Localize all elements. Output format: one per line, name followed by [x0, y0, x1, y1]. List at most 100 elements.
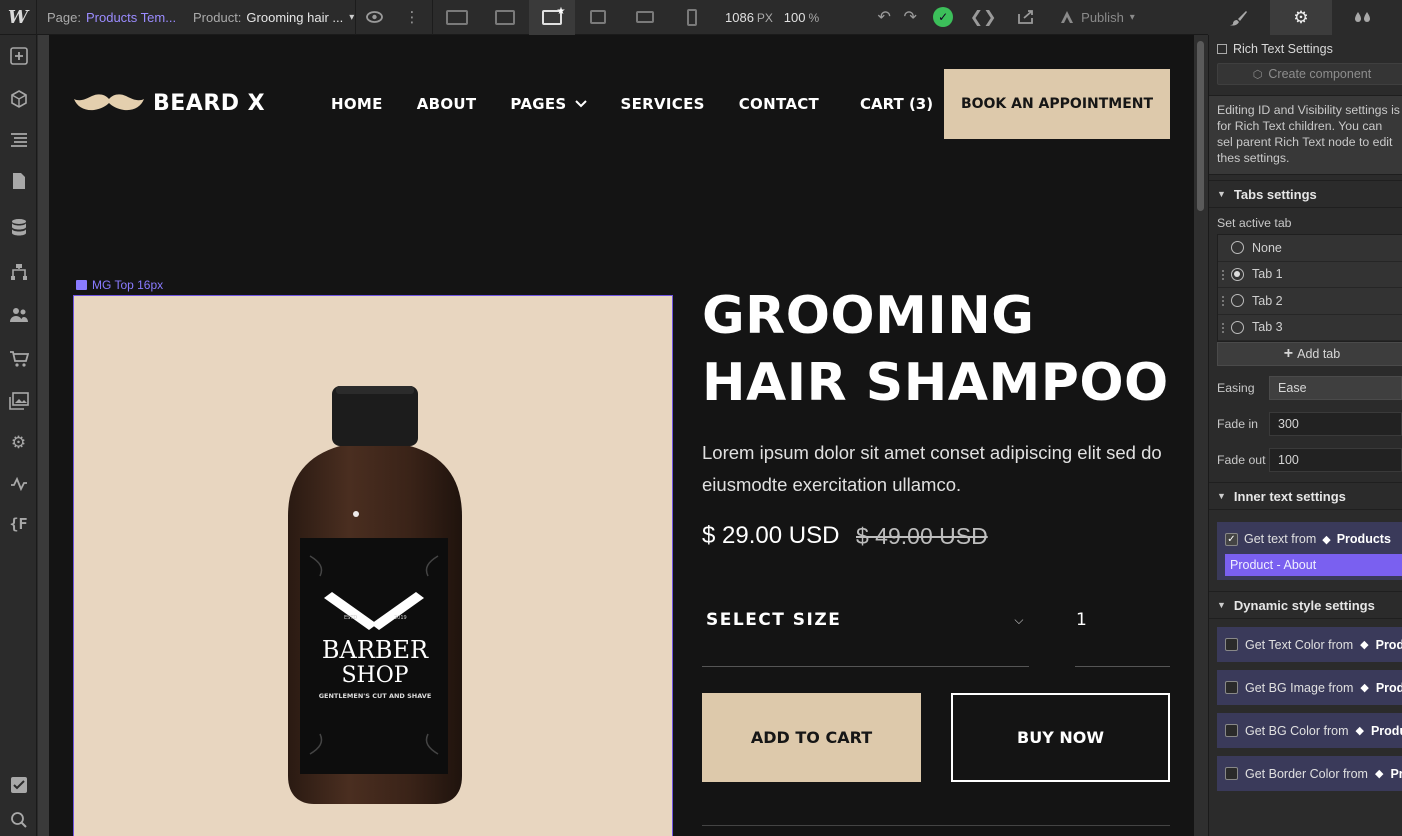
radio-option-tab-3[interactable]: Tab 3 [1218, 314, 1402, 341]
dynamic-style-settings-header[interactable]: ▼ Dynamic style settings [1209, 591, 1402, 619]
dynamic-row-label: Get BG Color from [1245, 723, 1349, 738]
panel-header: Rich Text Settings [1209, 35, 1402, 63]
settings-gear-icon[interactable]: ⚙ [0, 428, 37, 458]
fade-out-label: Fade out [1217, 453, 1266, 467]
radio-option-tab-1[interactable]: Tab 1 [1218, 261, 1402, 288]
add-to-cart-button[interactable]: ADD TO CART [702, 693, 921, 782]
tabs-settings-header[interactable]: ▼ Tabs settings [1209, 180, 1402, 208]
products-source: Products [1336, 532, 1391, 546]
audit-pulse-icon[interactable] [0, 469, 37, 499]
checkbox-checked-icon[interactable]: ✓ [1225, 532, 1238, 546]
more-options-icon[interactable]: ⋮ [392, 0, 432, 35]
zoom-value: 100 [783, 9, 806, 25]
assets-images-icon[interactable] [0, 386, 37, 416]
tasks-check-icon[interactable] [0, 770, 37, 800]
product-image[interactable]: BARBER SHOP ESTD 2019 GENTLEMEN'S CUT AN… [73, 295, 673, 836]
users-icon[interactable] [0, 300, 37, 330]
fade-out-row: Fade out 100 [1209, 442, 1402, 478]
interactions-drops-icon[interactable] [1332, 0, 1394, 35]
cart-link[interactable]: CART (3) [860, 95, 933, 113]
undo-icon[interactable]: ↶ [871, 0, 897, 35]
add-element-icon[interactable] [0, 41, 37, 71]
radio-option-none[interactable]: None [1218, 235, 1402, 262]
nav-about[interactable]: ABOUT [417, 95, 477, 113]
webflow-logo[interactable]: W [0, 0, 36, 35]
add-tab-button[interactable]: + Add tab [1217, 342, 1402, 366]
drag-handle-icon[interactable] [1222, 296, 1224, 306]
radio-label: Tab 3 [1252, 320, 1283, 335]
export-icon[interactable] [1003, 0, 1049, 35]
breakpoint-mobile-landscape-icon[interactable] [621, 0, 669, 35]
top-toolbar: W Page: Products Tem... Product: Groomin… [0, 0, 1402, 35]
dynamic-row-source: Pr [1390, 766, 1402, 781]
dynamic-bg-color-row[interactable]: Get BG Color from ◆ Produ [1217, 713, 1402, 748]
bound-field-pill[interactable]: Product - About [1225, 554, 1402, 576]
dynamic-row-source: Produ [1370, 723, 1402, 738]
dynamic-row-label: Get Border Color from [1245, 766, 1368, 781]
fade-out-input[interactable]: 100 [1269, 448, 1402, 472]
element-badge-label: MG Top 16px [92, 278, 164, 292]
finsweet-attributes-icon[interactable]: {F [0, 509, 37, 539]
product-selector[interactable]: Product: Grooming hair ... ▾ [183, 0, 355, 35]
nav-contact[interactable]: CONTACT [739, 95, 819, 113]
navigator-icon[interactable] [0, 125, 37, 155]
page-selector[interactable]: Page: Products Tem... [37, 0, 183, 35]
product-title: GROOMING HAIR SHAMPOO [702, 286, 1169, 413]
code-icon[interactable]: ❮❯ [963, 0, 1003, 35]
inner-text-settings-header[interactable]: ▼ Inner text settings [1209, 482, 1402, 510]
pages-icon[interactable] [0, 166, 37, 196]
canvas-size-readout: 1086 PX 100% [715, 10, 829, 25]
logic-flow-icon[interactable] [0, 257, 37, 287]
redo-icon[interactable]: ↷ [897, 0, 923, 35]
quantity-input[interactable]: 1 [1075, 610, 1170, 667]
radio-icon [1231, 320, 1244, 334]
publish-button[interactable]: Publish ▾ [1049, 10, 1145, 25]
breakpoint-mobile-portrait-icon[interactable] [669, 0, 715, 35]
preview-eye-icon[interactable] [356, 0, 392, 35]
checkbox-icon[interactable] [1225, 638, 1238, 651]
easing-select[interactable]: Ease [1269, 376, 1402, 400]
nav-services[interactable]: SERVICES [621, 95, 705, 113]
dynamic-row-label: Get Text Color from [1245, 637, 1354, 652]
ecommerce-cart-icon[interactable] [0, 344, 37, 374]
dynamic-bg-image-row[interactable]: Get BG Image from ◆ Produ [1217, 670, 1402, 705]
scrollbar-thumb[interactable] [1197, 41, 1204, 211]
rich-text-icon [1217, 44, 1227, 54]
radio-option-tab-2[interactable]: Tab 2 [1218, 288, 1402, 315]
canvas-scrollbar[interactable] [1194, 35, 1208, 836]
checkbox-icon[interactable] [1225, 767, 1238, 780]
dynamic-text-color-row[interactable]: Get Text Color from ◆ Prod [1217, 627, 1402, 662]
fade-in-input[interactable]: 300 [1269, 412, 1402, 436]
create-component-button[interactable]: ⬡ Create component [1217, 63, 1402, 85]
design-canvas[interactable]: BEARD X HOME ABOUT PAGES SERVICES CONTAC… [49, 35, 1194, 836]
breakpoint-desktop-xl-icon[interactable] [433, 0, 481, 35]
dynamic-border-color-row[interactable]: Get Border Color from ◆ Pr [1217, 756, 1402, 791]
canvas-gutter [38, 35, 49, 836]
search-icon[interactable] [0, 805, 37, 835]
fade-in-label: Fade in [1217, 417, 1259, 431]
drag-handle-icon[interactable] [1222, 269, 1224, 280]
style-brush-icon[interactable] [1208, 0, 1270, 35]
radio-selected-icon [1231, 267, 1244, 281]
checkbox-icon[interactable] [1225, 724, 1238, 737]
radio-label: Tab 2 [1252, 293, 1283, 308]
size-select[interactable]: SELECT SIZE ⌵ [702, 610, 1029, 667]
book-appointment-button[interactable]: BOOK AN APPOINTMENT [944, 69, 1170, 139]
product-value: Grooming hair ... [246, 9, 344, 25]
site-logo[interactable]: BEARD X [73, 91, 265, 116]
nav-pages[interactable]: PAGES [510, 95, 587, 113]
breakpoint-desktop-base-icon[interactable]: ★ [529, 0, 575, 35]
components-cube-icon[interactable] [0, 84, 37, 114]
breakpoint-tablet-icon[interactable] [575, 0, 621, 35]
settings-gear-icon[interactable]: ⚙ [1270, 0, 1332, 35]
drag-handle-icon[interactable] [1222, 322, 1224, 333]
bottle-label-sub: GENTLEMEN'S CUT AND SHAVE [319, 692, 432, 700]
get-text-from-row[interactable]: ✓ Get text from ◆ Products [1225, 528, 1402, 550]
checkbox-icon[interactable] [1225, 681, 1238, 694]
component-cube-icon: ⬡ [1252, 68, 1263, 81]
breakpoint-desktop-lg-icon[interactable] [481, 0, 529, 35]
buy-now-button[interactable]: BUY NOW [951, 693, 1170, 782]
cms-database-icon[interactable] [0, 212, 37, 242]
nav-home[interactable]: HOME [331, 95, 383, 113]
status-check-icon[interactable]: ✓ [923, 0, 963, 35]
